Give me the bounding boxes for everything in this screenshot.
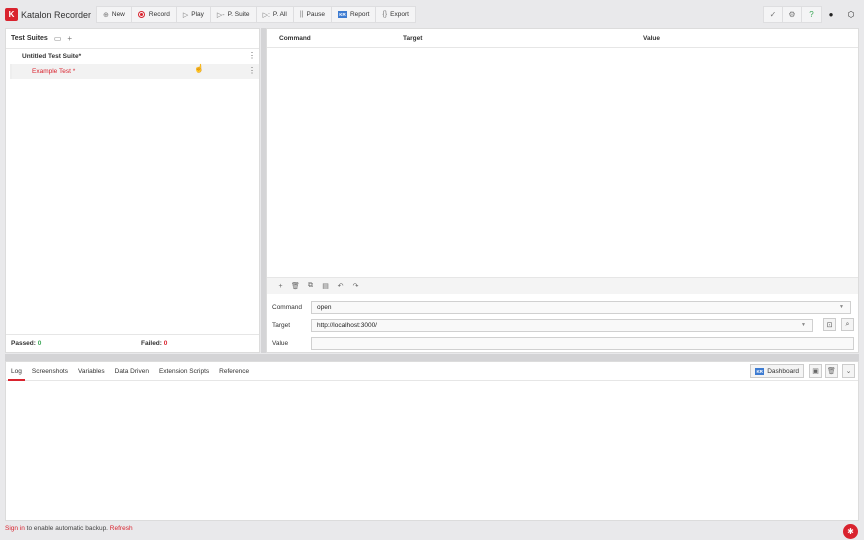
open-folder-icon[interactable]: ▭ (54, 34, 62, 43)
bug-report-icon[interactable]: ✱ (843, 524, 858, 539)
save-log-icon[interactable]: ▣ (809, 364, 822, 378)
sign-in-link[interactable]: Sign in (5, 525, 25, 532)
pause-icon: || (299, 11, 304, 18)
pause-button[interactable]: || Pause (294, 7, 332, 22)
chevron-down-icon: ▼ (839, 304, 844, 310)
play-all-button[interactable]: ▷: P. All (257, 7, 294, 22)
command-edit-toolbar: + 🗑 ⧉ ▤ ↶ ↷ (267, 277, 858, 294)
katalon-dashboard-icon: KR (755, 367, 765, 375)
test-suite-name: Untitled Test Suite* (22, 53, 82, 60)
test-case-name: Example Test * (32, 68, 76, 75)
package-icon[interactable]: ⬡ (841, 6, 861, 23)
plus-circle-icon: ⊕ (103, 11, 109, 19)
test-suite-row[interactable]: Untitled Test Suite* ⋮ (6, 49, 259, 64)
main-toolbar-group: ⊕ New Record ▷ Play ▷- P. Suite ▷: P. All ||… (96, 6, 416, 23)
play-button[interactable]: ▷ Play (177, 7, 211, 22)
gear-icon[interactable]: ⚙ (783, 7, 802, 22)
select-target-button[interactable]: ⊡ (823, 318, 836, 331)
target-row: Target http://localhost:3000/ ▼ ⊡ ⌕ (272, 316, 854, 334)
delete-command-icon[interactable]: 🗑 (288, 282, 303, 290)
tab-extension-scripts[interactable]: Extension Scripts (154, 362, 214, 380)
find-target-button[interactable]: ⌕ (841, 318, 854, 331)
log-panel: Log Screenshots Variables Data Driven Ex… (5, 361, 859, 521)
github-icon[interactable]: ● (821, 6, 841, 23)
record-button[interactable]: Record (132, 7, 177, 22)
play-icon: ▷ (182, 11, 189, 19)
dashboard-button[interactable]: KR Dashboard (750, 364, 804, 378)
target-input[interactable]: http://localhost:3000/ ▼ (311, 318, 813, 332)
record-icon (137, 11, 145, 18)
failed-count: 0 (163, 340, 168, 347)
value-row: Value (272, 334, 854, 352)
test-case-editor-panel: Command Target Value + 🗑 ⧉ ▤ ↶ ↷ Command… (266, 28, 859, 353)
results-footer: Passed: 0 Failed: 0 (6, 334, 259, 352)
backup-message: to enable automatic backup. (24, 525, 110, 532)
hand-cursor-icon: ☝ (194, 64, 204, 73)
command-editor-form: Command open ▼ Target http://localhost:3… (267, 294, 858, 352)
collapse-panel-icon[interactable]: ⌄ (842, 364, 855, 378)
external-links-group: ● ⬡ (821, 6, 861, 23)
chevron-down-icon[interactable]: ▼ (801, 322, 806, 328)
test-suites-header: Test Suites ▭ + (6, 29, 259, 49)
tab-variables[interactable]: Variables (73, 362, 110, 380)
report-icon: KR (337, 11, 347, 18)
column-command: Command (279, 34, 311, 42)
app-name: Katalon Recorder (21, 9, 92, 20)
horizontal-splitter[interactable] (5, 354, 859, 361)
commands-grid-header: Command Target Value (267, 29, 858, 48)
column-target: Target (403, 34, 423, 42)
log-tabs: Log Screenshots Variables Data Driven Ex… (6, 362, 858, 381)
target-label: Target (272, 321, 291, 329)
test-suites-panel: Test Suites ▭ + Untitled Test Suite* ⋮ E… (5, 28, 260, 353)
katalon-logo-icon: K (5, 8, 18, 21)
top-toolbar: K Katalon Recorder ⊕ New Record ▷ Play ▷- P… (0, 0, 864, 28)
column-value: Value (643, 34, 660, 42)
tab-reference[interactable]: Reference (214, 362, 254, 380)
redo-icon[interactable]: ↷ (348, 282, 363, 290)
test-case-row[interactable]: Example Test * ☝ ⋮ (10, 64, 259, 79)
tab-log[interactable]: Log (6, 362, 27, 381)
braces-icon: {} (382, 11, 388, 18)
command-select[interactable]: open ▼ (311, 300, 851, 314)
clear-log-icon[interactable]: 🗑 (825, 364, 838, 378)
test-suites-title: Test Suites (11, 35, 48, 42)
status-bar: Sign in to enable automatic backup. Refr… (5, 525, 133, 532)
play-all-icon: ▷: (262, 11, 270, 19)
play-suite-icon: ▷- (216, 11, 225, 19)
tab-data-driven[interactable]: Data Driven (110, 362, 154, 380)
app-logo: K Katalon Recorder (5, 7, 91, 22)
settings-toolbar-group: ✓ ⚙ ? (763, 6, 822, 23)
export-button[interactable]: {} Export (376, 7, 414, 22)
command-label: Command (272, 303, 302, 311)
value-label: Value (272, 339, 289, 347)
report-button[interactable]: KR Report (332, 7, 377, 22)
add-suite-icon[interactable]: + (67, 34, 72, 43)
command-row: Command open ▼ (272, 298, 854, 316)
help-icon[interactable]: ? (802, 7, 821, 22)
case-menu-icon[interactable]: ⋮ (248, 67, 256, 75)
paste-icon[interactable]: ▤ (318, 282, 333, 290)
failed-stat: Failed: 0 (141, 340, 168, 347)
undo-icon[interactable]: ↶ (333, 282, 348, 290)
check-circle-icon[interactable]: ✓ (764, 7, 783, 22)
value-input[interactable] (311, 336, 854, 350)
add-command-icon[interactable]: + (273, 283, 288, 290)
play-suite-button[interactable]: ▷- P. Suite (211, 7, 257, 22)
copy-icon[interactable]: ⧉ (303, 282, 318, 290)
refresh-link[interactable]: Refresh (110, 525, 133, 532)
commands-grid-body[interactable] (267, 48, 858, 277)
suite-menu-icon[interactable]: ⋮ (248, 52, 256, 60)
log-content (6, 381, 858, 521)
passed-count: 0 (37, 340, 42, 347)
tab-screenshots[interactable]: Screenshots (27, 362, 73, 380)
passed-stat: Passed: 0 (11, 340, 42, 347)
new-button[interactable]: ⊕ New (97, 7, 132, 22)
